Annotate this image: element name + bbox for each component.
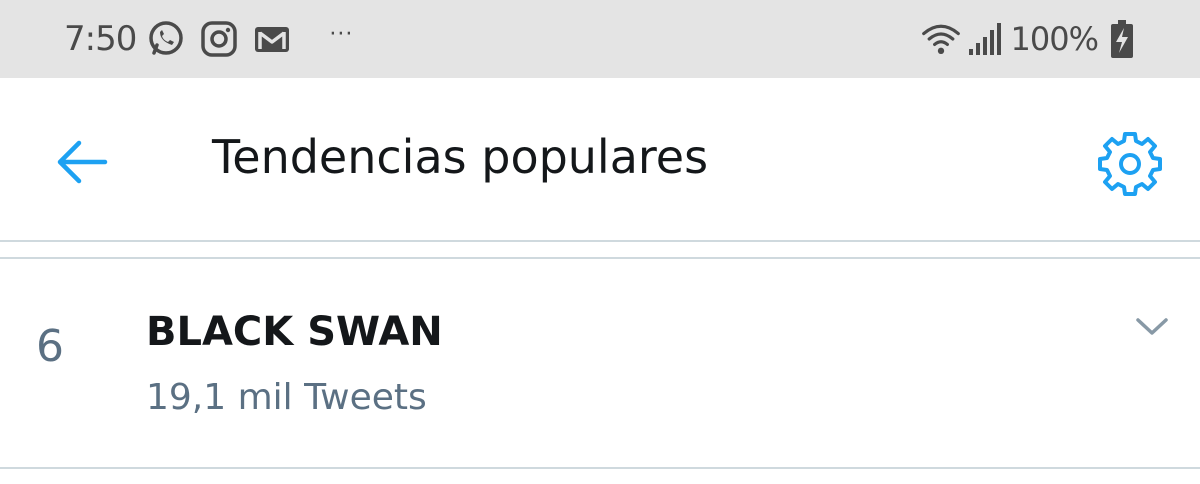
- status-left: 7:50 ···: [64, 14, 353, 64]
- signal-icon: [965, 19, 1005, 59]
- page-title: Tendencias populares: [212, 130, 709, 184]
- battery-charging-icon: [1108, 19, 1136, 59]
- whatsapp-icon: [146, 19, 186, 59]
- chevron-down-icon: [1136, 318, 1168, 335]
- wifi-icon: [921, 19, 961, 59]
- more-notifications-indicator: ···: [329, 21, 354, 47]
- status-right: 100%: [921, 14, 1136, 64]
- trend-tweet-count: 19,1 mil Tweets: [146, 377, 427, 418]
- gear-icon: [1098, 132, 1162, 196]
- battery-percent: 100%: [1010, 20, 1099, 58]
- app-bar: Tendencias populares: [0, 78, 1200, 240]
- trend-item[interactable]: 6 BLACK SWAN 19,1 mil Tweets: [0, 259, 1200, 467]
- header-divider: [0, 240, 1200, 242]
- instagram-icon: [199, 19, 239, 59]
- status-bar: 7:50 ··· 100%: [0, 0, 1200, 78]
- trend-menu-button[interactable]: [1132, 311, 1172, 343]
- back-arrow-icon: [57, 140, 108, 184]
- back-button[interactable]: [52, 134, 112, 190]
- gmail-icon: [252, 19, 292, 59]
- settings-button[interactable]: [1096, 130, 1164, 198]
- row-divider: [0, 467, 1200, 469]
- trend-name[interactable]: BLACK SWAN: [146, 309, 443, 355]
- trend-rank: 6: [36, 321, 64, 372]
- status-time: 7:50: [64, 19, 137, 59]
